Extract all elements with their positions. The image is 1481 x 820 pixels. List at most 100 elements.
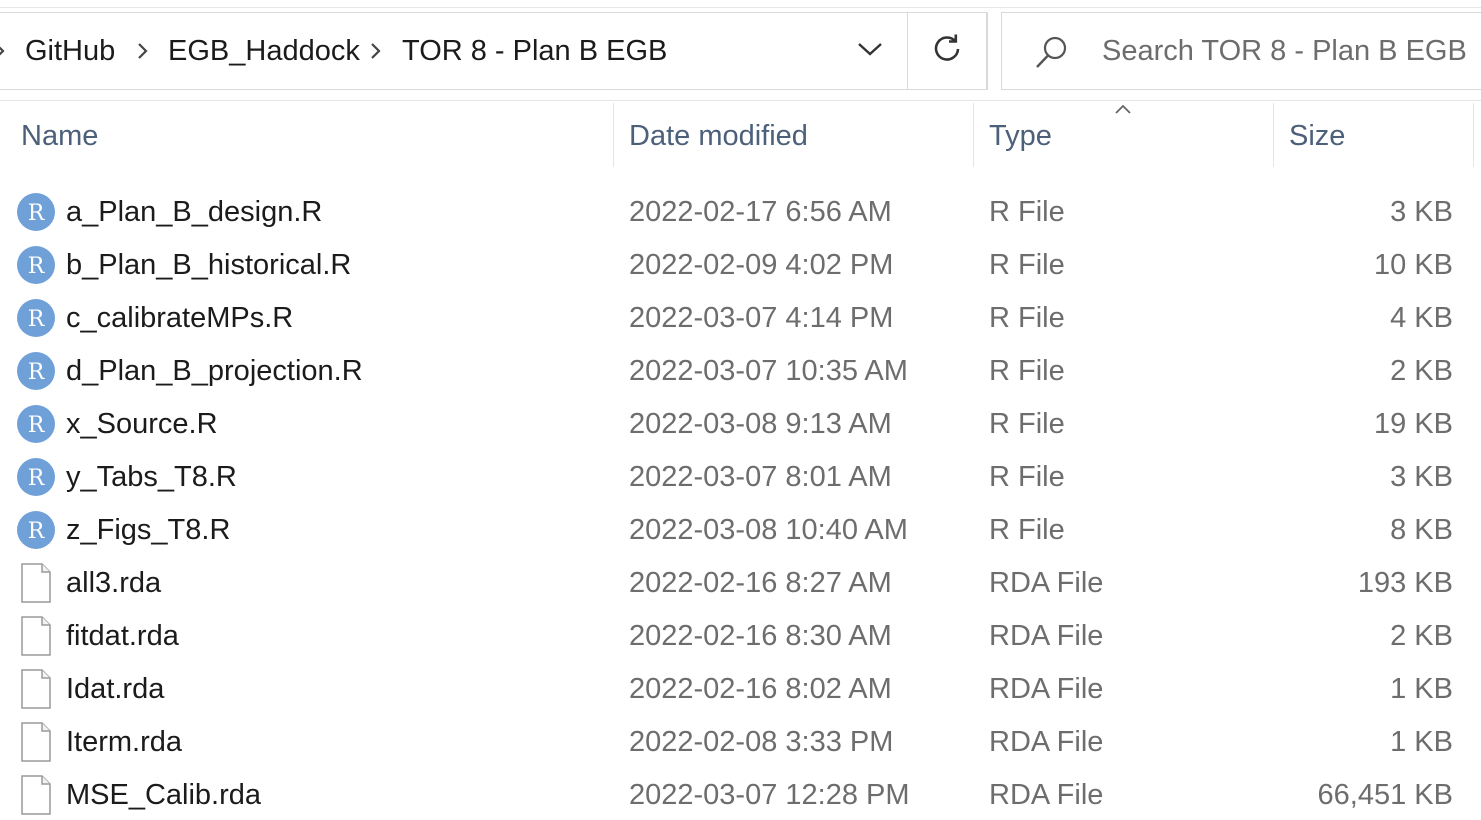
file-row[interactable]: Rd_Plan_B_projection.R 2022-03-07 10:35 A…: [0, 345, 1481, 398]
column-separator[interactable]: [973, 103, 974, 167]
file-type: R File: [989, 514, 1065, 546]
breadcrumb-item-github[interactable]: GitHub: [25, 13, 115, 89]
file-type: RDA File: [989, 620, 1104, 652]
file-row[interactable]: Ra_Plan_B_design.R 2022-02-17 6:56 AM R Fi…: [0, 186, 1481, 239]
file-type: RDA File: [989, 567, 1104, 599]
search-placeholder: Search TOR 8 - Plan B EGB: [1102, 34, 1467, 67]
column-header-name[interactable]: Name: [21, 103, 611, 169]
file-name: Idat.rda: [66, 673, 165, 705]
column-header-date-modified[interactable]: Date modified: [629, 103, 969, 169]
file-name: z_Figs_T8.R: [66, 514, 231, 546]
file-size: 2 KB: [1390, 620, 1453, 652]
svg-text:R: R: [28, 360, 46, 385]
chevron-down-icon: [857, 41, 883, 62]
r-file-icon: R: [15, 456, 57, 498]
address-bar[interactable]: GitHub EGB_Haddock TOR 8 - Plan B EGB: [0, 12, 988, 90]
refresh-button[interactable]: [907, 12, 987, 90]
r-file-icon: R: [15, 244, 57, 286]
file-size: 3 KB: [1390, 461, 1453, 493]
file-date-modified: 2022-02-16 8:30 AM: [629, 620, 892, 652]
file-name: MSE_Calib.rda: [66, 779, 262, 811]
breadcrumb-separator-icon[interactable]: [369, 13, 383, 89]
file-size: 3 KB: [1390, 196, 1453, 228]
r-file-icon: R: [15, 297, 57, 339]
column-separator[interactable]: [1273, 103, 1274, 167]
file-name: a_Plan_B_design.R: [66, 196, 323, 228]
file-size: 8 KB: [1390, 514, 1453, 546]
generic-file-icon: [15, 668, 57, 710]
file-row[interactable]: Rx_Source.R 2022-03-08 9:13 AM R File 19 KB: [0, 398, 1481, 451]
file-size: 193 KB: [1357, 567, 1453, 599]
breadcrumb-item-current-folder[interactable]: TOR 8 - Plan B EGB: [402, 13, 667, 89]
file-date-modified: 2022-03-08 10:40 AM: [629, 514, 908, 546]
svg-text:R: R: [28, 413, 46, 438]
file-row[interactable]: Rc_calibrateMPs.R 2022-03-07 4:14 PM R Fil…: [0, 292, 1481, 345]
file-size: 1 KB: [1390, 726, 1453, 758]
generic-file-icon: [15, 774, 57, 816]
sort-ascending-icon: [1115, 104, 1131, 114]
file-type: RDA File: [989, 779, 1104, 811]
generic-file-icon: [15, 615, 57, 657]
top-strip-divider: [0, 7, 1481, 8]
file-type: RDA File: [989, 726, 1104, 758]
file-row[interactable]: Iterm.rda 2022-02-08 3:33 PM RDA File 1 KB: [0, 716, 1481, 769]
file-row[interactable]: fitdat.rda 2022-02-16 8:30 AM RDA File 2 KB: [0, 610, 1481, 663]
svg-text:R: R: [28, 254, 46, 279]
file-type: R File: [989, 355, 1065, 387]
file-size: 66,451 KB: [1317, 779, 1453, 811]
file-date-modified: 2022-03-08 9:13 AM: [629, 408, 892, 440]
file-size: 2 KB: [1390, 355, 1453, 387]
breadcrumb-separator-icon: [0, 13, 7, 89]
file-row[interactable]: MSE_Calib.rda 2022-03-07 12:28 PM RDA File…: [0, 769, 1481, 820]
column-separator[interactable]: [613, 103, 614, 167]
file-date-modified: 2022-03-07 4:14 PM: [629, 302, 894, 334]
file-date-modified: 2022-02-17 6:56 AM: [629, 196, 892, 228]
file-name: Iterm.rda: [66, 726, 183, 758]
file-date-modified: 2022-03-07 8:01 AM: [629, 461, 892, 493]
file-type: R File: [989, 196, 1065, 228]
refresh-icon: [930, 32, 964, 71]
file-type: R File: [989, 461, 1065, 493]
file-date-modified: 2022-03-07 10:35 AM: [629, 355, 908, 387]
generic-file-icon: [15, 562, 57, 604]
search-input[interactable]: Search TOR 8 - Plan B EGB: [1001, 12, 1481, 90]
file-type: R File: [989, 302, 1065, 334]
file-date-modified: 2022-02-16 8:02 AM: [629, 673, 892, 705]
file-name: x_Source.R: [66, 408, 218, 440]
file-row[interactable]: Ry_Tabs_T8.R 2022-03-07 8:01 AM R File 3 KB: [0, 451, 1481, 504]
r-file-icon: R: [15, 403, 57, 445]
file-size: 4 KB: [1390, 302, 1453, 334]
r-file-icon: R: [15, 350, 57, 392]
file-type: R File: [989, 249, 1065, 281]
file-size: 10 KB: [1374, 249, 1453, 281]
r-file-icon: R: [15, 191, 57, 233]
search-icon: [1032, 33, 1072, 73]
file-date-modified: 2022-02-16 8:27 AM: [629, 567, 892, 599]
file-row[interactable]: Rb_Plan_B_historical.R 2022-02-09 4:02 PM…: [0, 239, 1481, 292]
svg-text:R: R: [28, 201, 46, 226]
breadcrumb-item-egb-haddock[interactable]: EGB_Haddock: [168, 13, 360, 89]
column-separator[interactable]: [1473, 103, 1474, 167]
file-name: all3.rda: [66, 567, 162, 599]
header-divider: [0, 100, 1481, 101]
r-file-icon: R: [15, 509, 57, 551]
file-type: RDA File: [989, 673, 1104, 705]
generic-file-icon: [15, 721, 57, 763]
breadcrumb-separator-icon[interactable]: [136, 13, 150, 89]
svg-text:R: R: [28, 466, 46, 491]
svg-text:R: R: [28, 307, 46, 332]
file-row[interactable]: all3.rda 2022-02-16 8:27 AM RDA File 193 KB: [0, 557, 1481, 610]
file-name: d_Plan_B_projection.R: [66, 355, 363, 387]
address-history-button[interactable]: [832, 13, 908, 89]
svg-text:R: R: [28, 519, 46, 544]
file-row[interactable]: Idat.rda 2022-02-16 8:02 AM RDA File 1 KB: [0, 663, 1481, 716]
file-date-modified: 2022-02-09 4:02 PM: [629, 249, 894, 281]
file-date-modified: 2022-02-08 3:33 PM: [629, 726, 894, 758]
file-type: R File: [989, 408, 1065, 440]
file-row[interactable]: Rz_Figs_T8.R 2022-03-08 10:40 AM R File 8 K…: [0, 504, 1481, 557]
file-explorer-window: GitHub EGB_Haddock TOR 8 - Plan B EGB Se…: [0, 0, 1481, 820]
file-name: fitdat.rda: [66, 620, 179, 652]
file-name: b_Plan_B_historical.R: [66, 249, 352, 281]
column-header-size[interactable]: Size: [1289, 103, 1469, 169]
file-date-modified: 2022-03-07 12:28 PM: [629, 779, 910, 811]
